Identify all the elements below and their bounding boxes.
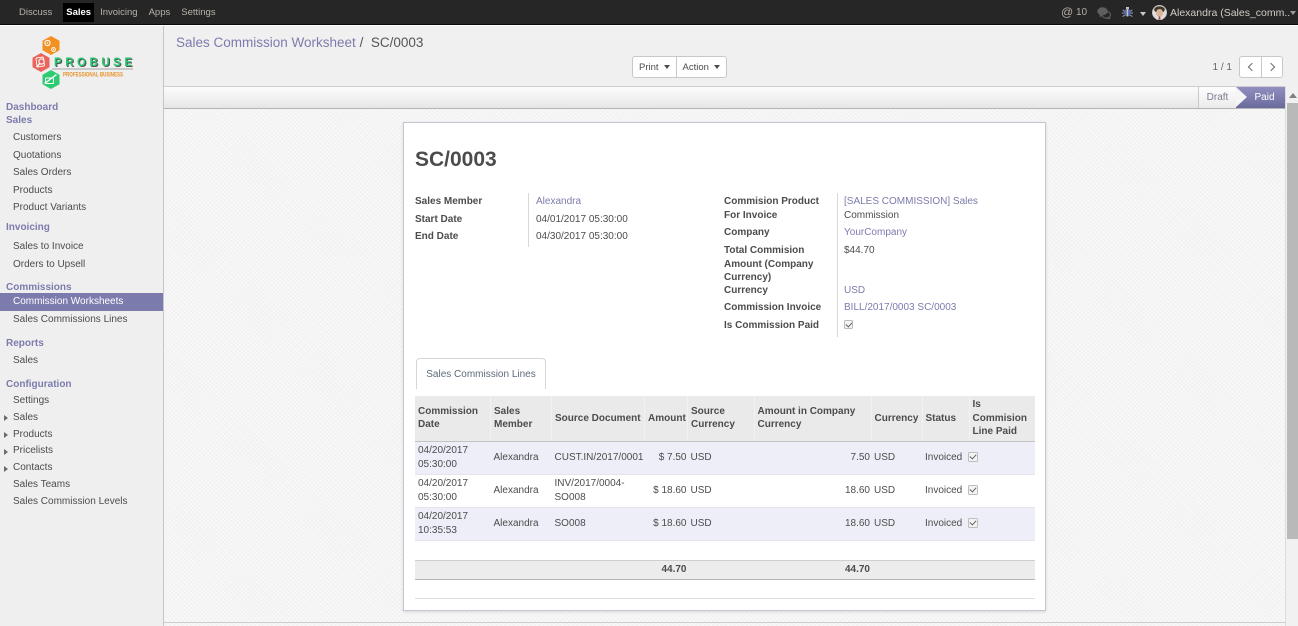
svg-text:PROBUSE: PROBUSE: [54, 57, 132, 69]
svg-text:PROFESSIONAL BUSINESS: PROFESSIONAL BUSINESS: [63, 73, 123, 79]
